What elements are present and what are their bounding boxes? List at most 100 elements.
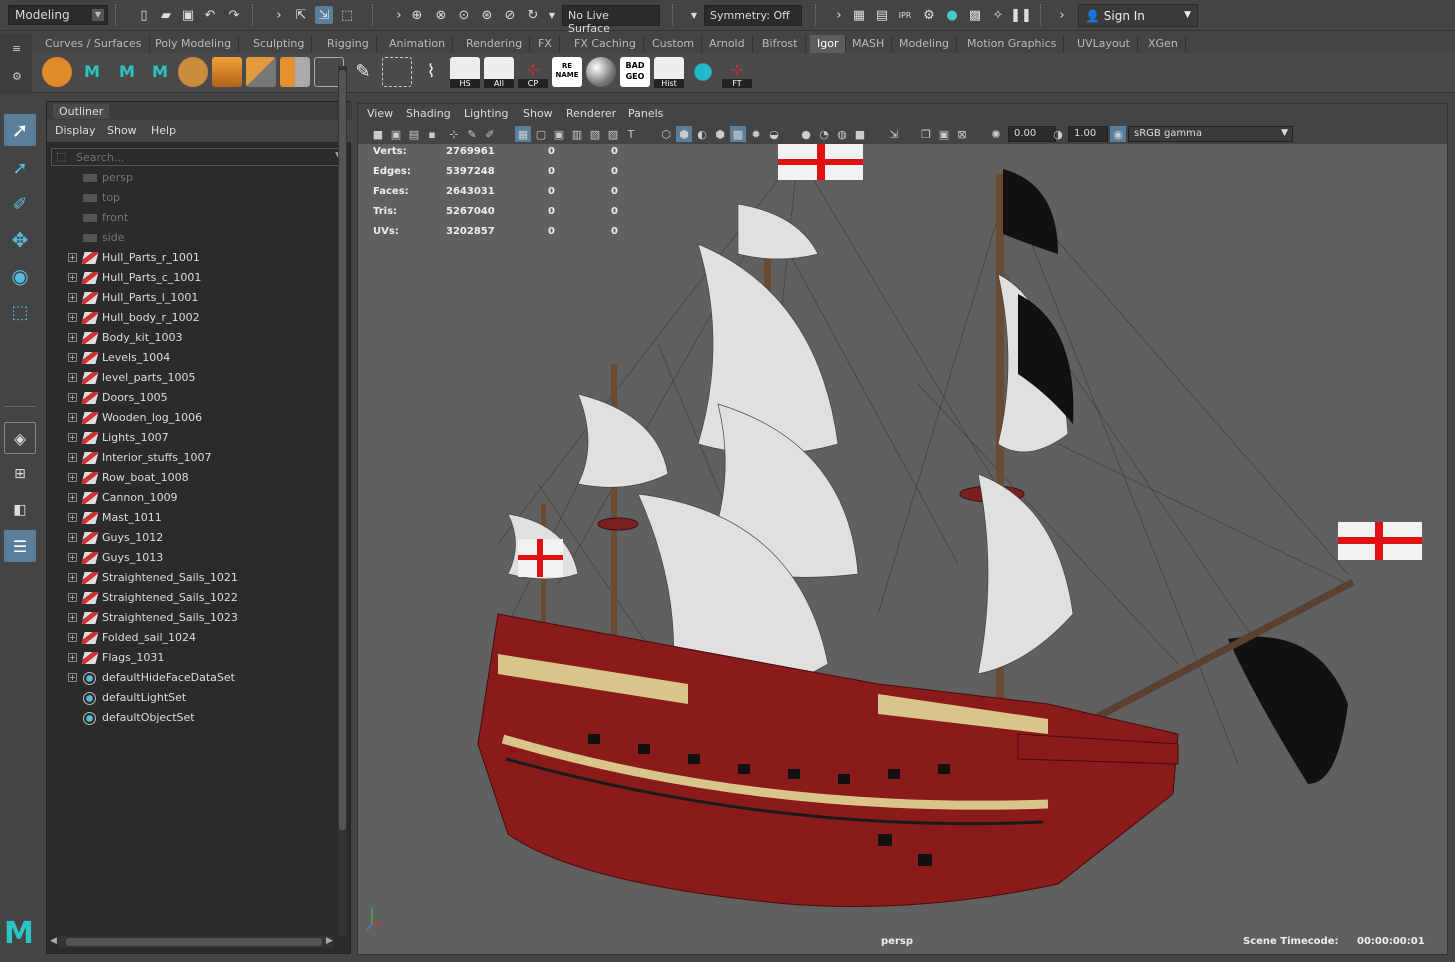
grid-icon[interactable]: ▦ <box>515 126 531 142</box>
render-settings-icon[interactable]: ⚙ <box>920 6 938 24</box>
shelf-tab-fx[interactable]: FX <box>531 35 560 53</box>
symmetry-field[interactable]: Symmetry: Off <box>704 5 802 26</box>
field-chart-icon[interactable]: ▧ <box>587 126 603 142</box>
outliner-item[interactable]: + Wooden_log_1006 <box>47 408 337 428</box>
menu-panels[interactable]: Panels <box>628 107 663 120</box>
exposure-field[interactable]: 0.00 <box>1008 126 1056 142</box>
shelf-tab-mash[interactable]: MASH <box>845 35 893 53</box>
expand-icon[interactable]: + <box>68 333 77 342</box>
expand-icon[interactable]: + <box>68 493 77 502</box>
all-button[interactable]: All <box>484 57 514 88</box>
color-space-dropdown[interactable]: sRGB gamma ▼ <box>1128 126 1293 142</box>
paint-select-icon[interactable]: ✐ <box>4 188 36 220</box>
shelf-tab-bifrost[interactable]: Bifrost <box>755 35 806 53</box>
outliner-horizontal-scrollbar[interactable] <box>58 936 334 948</box>
select-hierarchy-icon[interactable]: ⇱ <box>292 6 310 24</box>
color-management-icon[interactable]: ◉ <box>1110 126 1126 142</box>
maya-logo-icon[interactable]: M <box>77 57 107 87</box>
outliner-camera-front[interactable]: front <box>47 208 337 228</box>
gamma-field[interactable]: 1.00 <box>1068 126 1108 142</box>
single-perspective-icon[interactable]: ◈ <box>4 422 36 454</box>
shelf-tab-modeling[interactable]: Modeling <box>892 35 958 53</box>
bubbles-icon[interactable] <box>688 57 718 87</box>
outliner-item[interactable]: + Guys_1013 <box>47 548 337 568</box>
snap-curve-icon[interactable]: ⊗ <box>432 6 450 24</box>
shelf-tab-poly-modeling[interactable]: Poly Modeling <box>148 35 240 53</box>
snap-live-icon[interactable]: ↻ <box>524 6 542 24</box>
expand-icon[interactable]: + <box>68 673 77 682</box>
safe-action-icon[interactable]: ▨ <box>605 126 621 142</box>
rename-button[interactable]: RE NAME <box>552 57 582 87</box>
snap-projected-icon[interactable]: ⊛ <box>478 6 496 24</box>
rendering-tool-icon[interactable]: ✧ <box>989 6 1007 24</box>
chevron-icon[interactable]: › <box>830 6 848 24</box>
outliner-item[interactable]: + Cannon_1009 <box>47 488 337 508</box>
gate-mask-icon[interactable]: ▥ <box>569 126 585 142</box>
grease-pencil-icon[interactable]: ✎ <box>464 126 480 142</box>
ft-button[interactable]: ⊹ FT <box>722 57 752 88</box>
flat-shade-icon[interactable]: ⬢ <box>712 126 728 142</box>
shelf-tab-fx-caching[interactable]: FX Caching <box>567 35 644 53</box>
menu-lighting[interactable]: Lighting <box>464 107 508 120</box>
xray-icon[interactable]: ❐ <box>918 126 934 142</box>
scroll-left-icon[interactable]: ◀ <box>50 936 57 946</box>
outliner-layout-icon[interactable]: ☰ <box>4 530 36 562</box>
two-d-pan-icon[interactable]: ⊹ <box>446 126 462 142</box>
outliner-item[interactable]: + Interior_stuffs_1007 <box>47 448 337 468</box>
isolate-select-icon[interactable]: ⇲ <box>886 126 902 142</box>
shelf-tab-curves-surfaces[interactable]: Curves / Surfaces <box>38 35 150 53</box>
maya-logo-icon[interactable]: M <box>112 57 142 87</box>
two-view-icon[interactable]: ◧ <box>4 494 36 526</box>
move-tool-icon[interactable]: ✥ <box>4 224 36 256</box>
outliner-item[interactable]: + Lights_1007 <box>47 428 337 448</box>
textured-icon[interactable]: ▩ <box>730 126 746 142</box>
outliner-item[interactable]: + Mast_1011 <box>47 508 337 528</box>
hs-button[interactable]: HS <box>450 57 480 88</box>
render-sequence-icon[interactable]: ▤ <box>873 6 891 24</box>
shelf-tab-motion-graphics[interactable]: Motion Graphics <box>960 35 1065 53</box>
shelf-tab-custom[interactable]: Custom <box>645 35 703 53</box>
expand-icon[interactable]: + <box>68 653 77 662</box>
pause-icon[interactable]: ❚❚ <box>1010 6 1032 24</box>
expand-icon[interactable]: + <box>68 273 77 282</box>
soccer-ball-icon[interactable] <box>42 57 72 87</box>
expand-icon[interactable]: + <box>68 353 77 362</box>
outliner-item[interactable]: + Levels_1004 <box>47 348 337 368</box>
live-surface-field[interactable]: No Live Surface <box>562 5 660 35</box>
cp-button[interactable]: ⊹ CP <box>518 57 548 88</box>
expand-icon[interactable]: + <box>68 433 77 442</box>
image-plane-icon[interactable]: ▪ <box>424 126 440 142</box>
xray-joints-icon[interactable]: ▣ <box>936 126 952 142</box>
shelf-tab-rigging[interactable]: Rigging <box>320 35 377 53</box>
bad-geo-button[interactable]: BAD GEO <box>620 57 650 87</box>
wireframe-icon[interactable]: ⬡ <box>658 126 674 142</box>
expand-icon[interactable]: + <box>68 253 77 262</box>
pencil-icon[interactable]: ✐ <box>482 126 498 142</box>
outliner-item[interactable]: + Folded_sail_1024 <box>47 628 337 648</box>
snap-point-icon[interactable]: ⊙ <box>455 6 473 24</box>
smooth-shade-icon[interactable]: ⬢ <box>676 126 692 142</box>
outliner-vertical-scrollbar[interactable] <box>338 66 347 936</box>
outliner-item[interactable]: + Doors_1005 <box>47 388 337 408</box>
menu-display[interactable]: Display <box>55 124 96 137</box>
mode-selector[interactable]: Modeling ▼ <box>8 5 108 25</box>
outliner-item[interactable]: + Hull_Parts_c_1001 <box>47 268 337 288</box>
gear-icon[interactable]: ⚙ <box>12 70 22 83</box>
galleon-ship-model[interactable] <box>358 144 1448 955</box>
anti-aliasing-icon[interactable]: ◍ <box>834 126 850 142</box>
expand-icon[interactable]: + <box>68 633 77 642</box>
camera-icon[interactable]: ■ <box>370 126 386 142</box>
shelf-tab-igor[interactable]: Igor <box>810 35 847 53</box>
motion-blur-icon[interactable]: ◔ <box>816 126 832 142</box>
plane-tool-icon[interactable] <box>246 57 276 87</box>
bookmark-icon[interactable]: ▤ <box>406 126 422 142</box>
use-all-lights-icon[interactable]: ✹ <box>748 126 764 142</box>
search-input[interactable] <box>76 149 326 165</box>
render-frame-icon[interactable]: ▦ <box>850 6 868 24</box>
sphere-tool-icon[interactable] <box>178 57 208 87</box>
safe-title-icon[interactable]: T <box>623 126 639 142</box>
expand-icon[interactable]: + <box>68 293 77 302</box>
xray-active-icon[interactable]: ⊠ <box>954 126 970 142</box>
shelf-tab-sculpting[interactable]: Sculpting <box>246 35 313 53</box>
sign-in-button[interactable]: 👤 Sign In ▼ <box>1078 4 1198 27</box>
